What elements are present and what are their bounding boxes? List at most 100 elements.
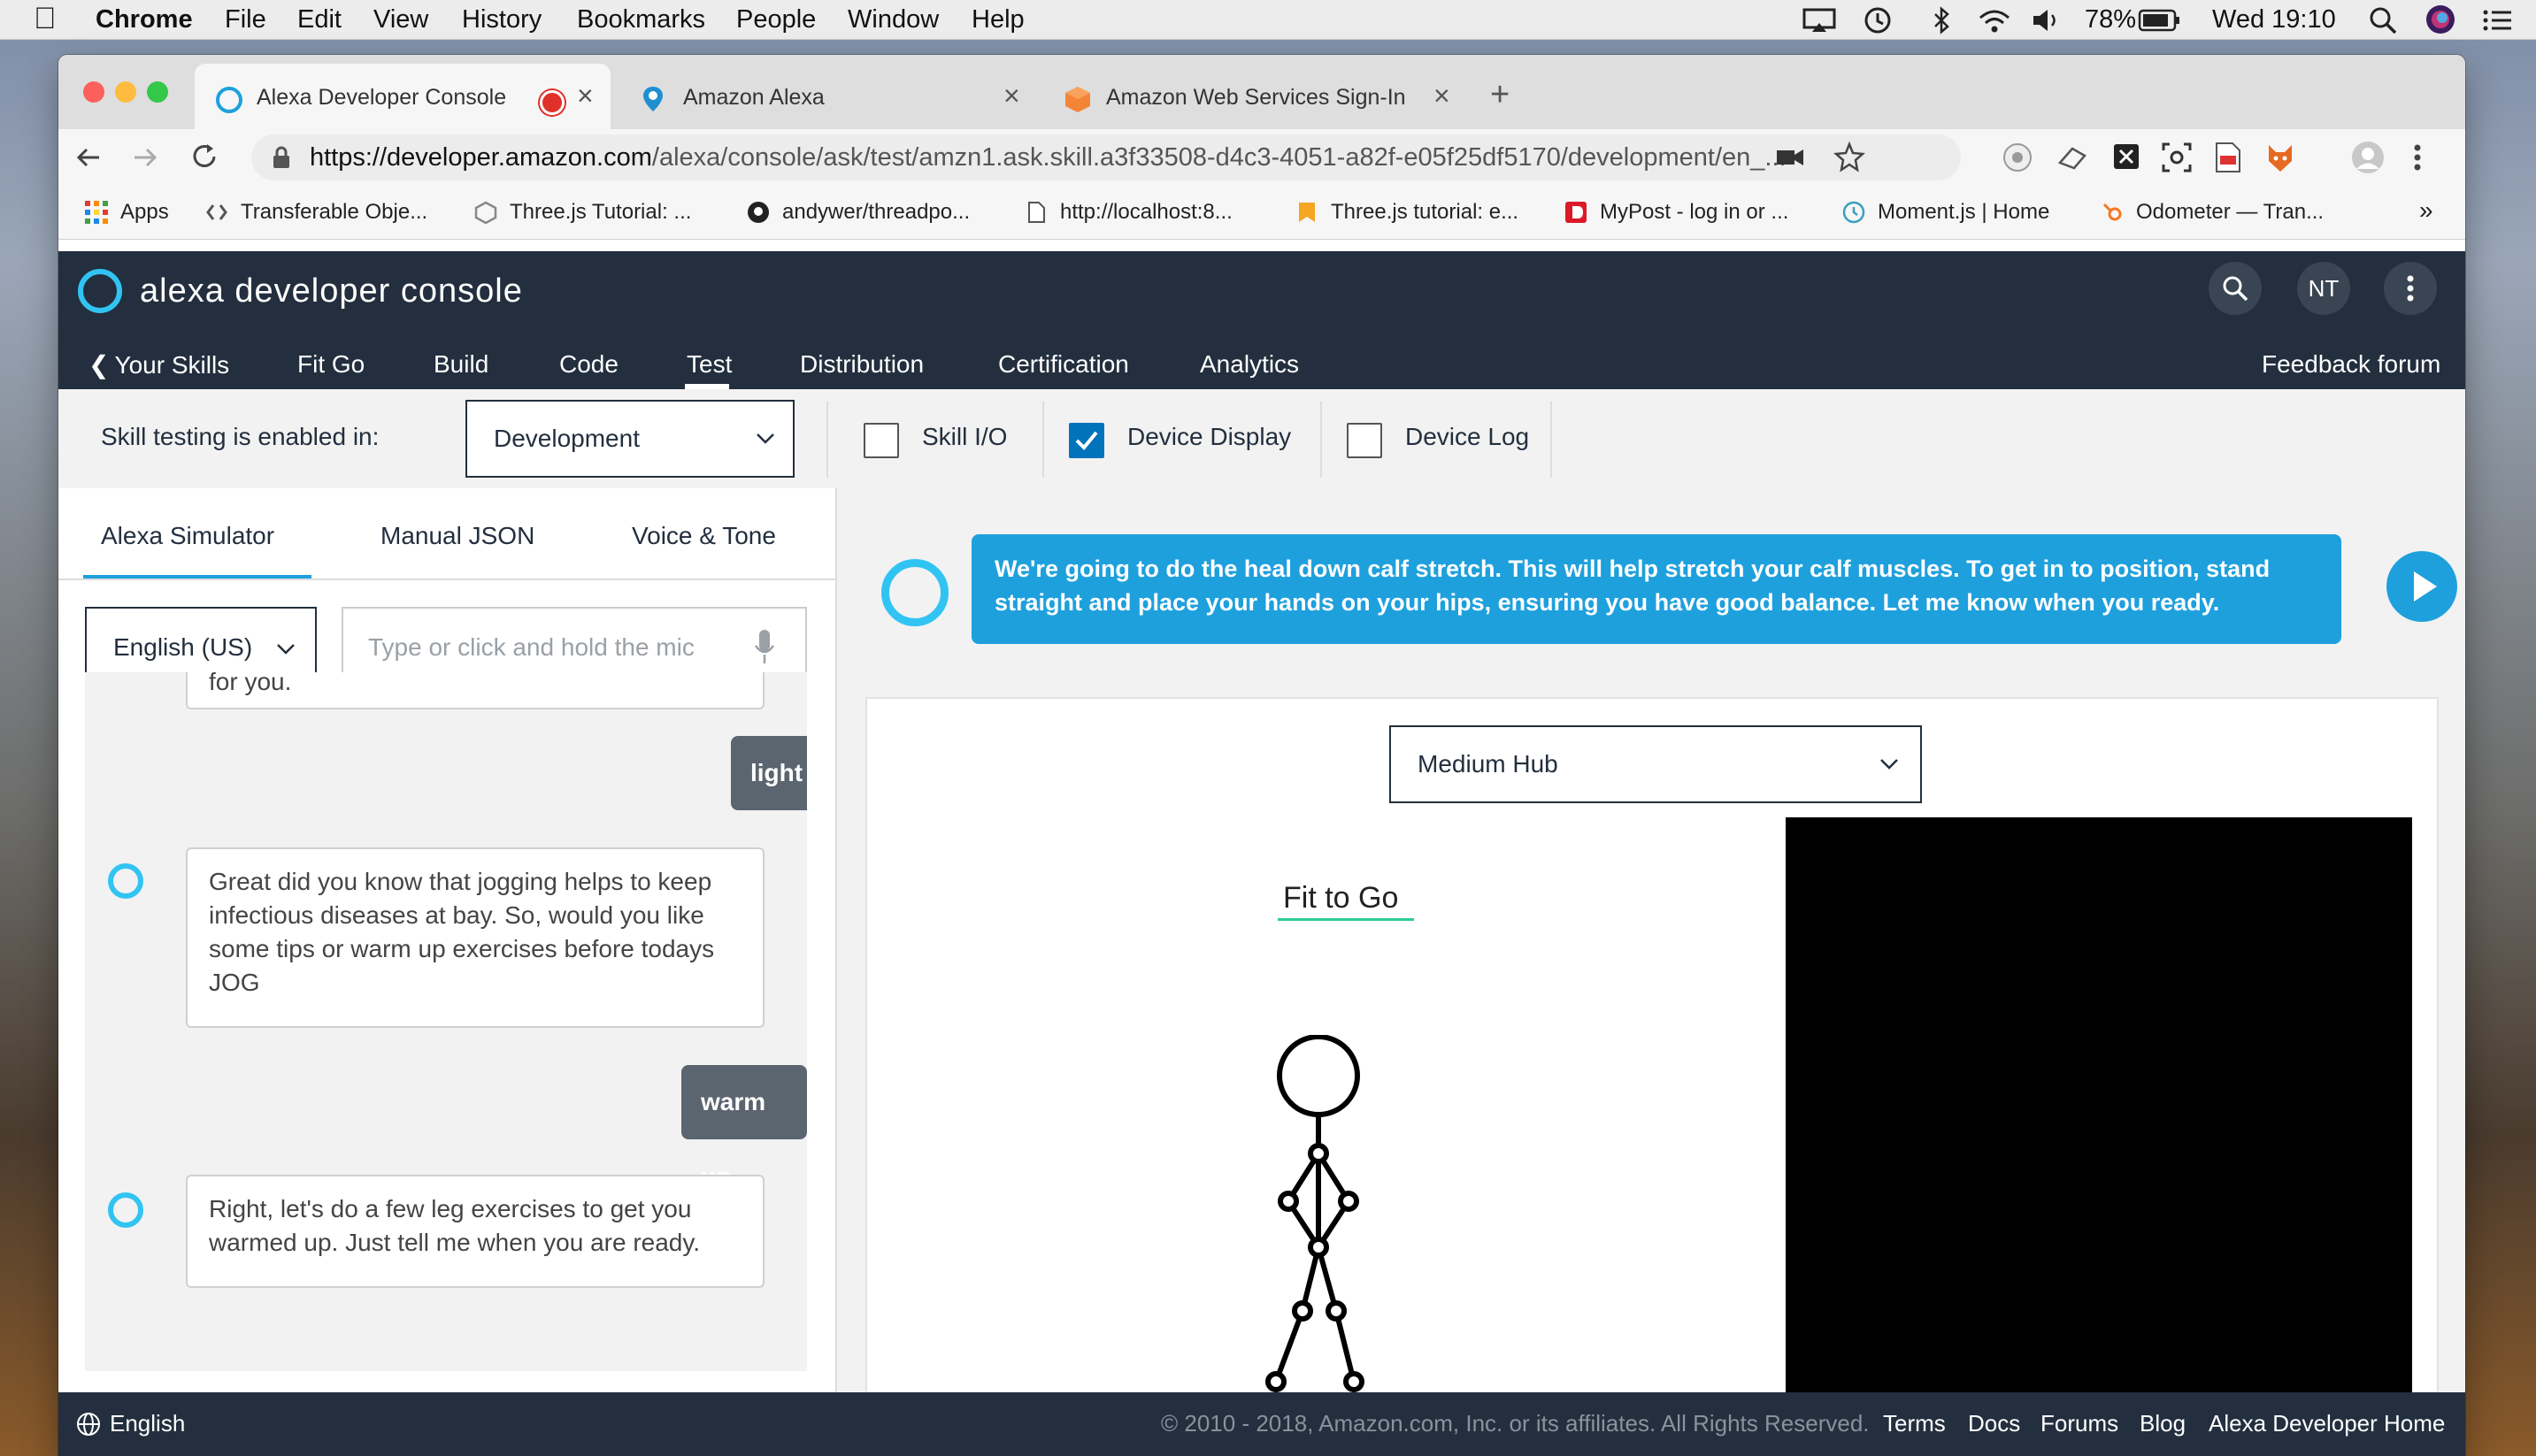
airplay-icon[interactable]: [1802, 7, 1837, 34]
nav-feedback-forum[interactable]: Feedback forum: [2262, 350, 2440, 379]
bookmark-odometer[interactable]: Odometer — Tran...: [2101, 200, 2324, 225]
language-selector[interactable]: English: [110, 1410, 185, 1437]
bookmark-mypost[interactable]: MyPost - log in or ...: [1564, 200, 1788, 225]
extension-x-icon[interactable]: [2113, 143, 2140, 170]
reload-icon[interactable]: [189, 142, 219, 172]
nav-distribution[interactable]: Distribution: [800, 350, 924, 379]
stage-select[interactable]: Development: [465, 400, 795, 478]
device-display-label[interactable]: Device Display: [1127, 423, 1291, 451]
divider: [1550, 402, 1552, 478]
menu-window[interactable]: Window: [848, 5, 939, 34]
volume-icon[interactable]: [2030, 7, 2062, 34]
apple-icon[interactable]: : [34, 2, 57, 36]
alexa-logo-icon[interactable]: [78, 269, 122, 313]
nav-analytics[interactable]: Analytics: [1200, 350, 1299, 379]
nav-build[interactable]: Build: [434, 350, 488, 379]
nav-code[interactable]: Code: [559, 350, 619, 379]
battery-icon[interactable]: [2138, 9, 2180, 32]
footer-link-alexa-developer-home[interactable]: Alexa Developer Home: [2209, 1410, 2445, 1437]
bluetooth-icon[interactable]: [1931, 5, 1952, 35]
device-display-checkbox[interactable]: [1069, 423, 1104, 458]
device-log-checkbox[interactable]: [1347, 423, 1382, 458]
footer-link-docs[interactable]: Docs: [1968, 1410, 2020, 1437]
back-arrow-icon[interactable]: [74, 143, 103, 172]
skill-io-checkbox[interactable]: [864, 423, 899, 458]
bookmark-label: MyPost - log in or ...: [1600, 200, 1789, 224]
bookmark-transferable[interactable]: Transferable Obje...: [205, 200, 427, 225]
time-machine-icon[interactable]: [1862, 5, 1894, 35]
bookmark-threejs-tutorial[interactable]: Three.js Tutorial: ...: [474, 200, 691, 225]
tab-alexa-simulator[interactable]: Alexa Simulator: [101, 522, 274, 550]
camera-icon[interactable]: [1775, 145, 1805, 170]
skill-io-label[interactable]: Skill I/O: [922, 423, 1007, 451]
more-options-button[interactable]: [2384, 262, 2437, 315]
footer-link-terms[interactable]: Terms: [1883, 1410, 1946, 1437]
tab-aws-sign-in[interactable]: Amazon Web Services Sign-In ×: [1044, 64, 1469, 129]
bookmark-label: Transferable Obje...: [241, 200, 428, 224]
forward-arrow-icon[interactable]: [131, 143, 159, 172]
spotlight-search-icon[interactable]: [2368, 5, 2398, 35]
nav-test[interactable]: Test: [687, 350, 732, 379]
locale-select-value: English (US): [113, 633, 253, 661]
footer-link-blog[interactable]: Blog: [2140, 1410, 2186, 1437]
extension-eraser-icon[interactable]: [2056, 143, 2088, 172]
url-host: https://developer.amazon.com: [310, 143, 652, 172]
menu-view[interactable]: View: [373, 5, 428, 34]
minimize-window-button[interactable]: [115, 81, 136, 103]
zoom-window-button[interactable]: [147, 81, 168, 103]
bookmark-label: andywer/threadpo...: [782, 200, 971, 224]
alexa-response-text: Right, let's do a few leg exercises to g…: [209, 1195, 701, 1256]
search-button[interactable]: [2209, 262, 2262, 315]
microphone-icon[interactable]: [754, 628, 775, 665]
close-tab-icon[interactable]: ×: [1003, 80, 1020, 112]
extension-pdf-icon[interactable]: [2214, 142, 2242, 173]
menu-history[interactable]: History: [462, 5, 542, 34]
bookmark-threadpool[interactable]: andywer/threadpo...: [747, 200, 970, 225]
extension-eye-icon[interactable]: [2002, 142, 2033, 173]
bookmark-localhost[interactable]: http://localhost:8...: [1025, 200, 1233, 225]
tab-alexa-developer-console[interactable]: Alexa Developer Console ×: [195, 64, 611, 129]
chrome-menu-icon[interactable]: [2412, 143, 2423, 172]
tab-voice-and-tone[interactable]: Voice & Tone: [632, 522, 776, 550]
tab-manual-json[interactable]: Manual JSON: [380, 522, 534, 550]
bookmarks-overflow-button[interactable]: »: [2419, 196, 2433, 225]
nav-your-skills[interactable]: ❮ Your Skills: [88, 350, 229, 379]
address-bar[interactable]: https://developer.amazon.com/alexa/conso…: [251, 134, 1961, 180]
device-display-pane: We're going to do the heal down calf str…: [837, 488, 2465, 1419]
play-button[interactable]: [2386, 550, 2458, 623]
chevron-left-icon: ❮: [88, 351, 110, 379]
bookmark-star-icon[interactable]: [1833, 142, 1865, 173]
wifi-icon[interactable]: [1977, 7, 2012, 34]
tab-amazon-alexa[interactable]: Amazon Alexa ×: [621, 64, 1037, 129]
close-window-button[interactable]: [83, 81, 104, 103]
extension-screenshot-icon[interactable]: [2161, 142, 2193, 173]
chevron-down-icon: [757, 433, 774, 444]
menu-file[interactable]: File: [225, 5, 266, 34]
console-logo-text[interactable]: alexa developer console: [140, 272, 523, 310]
device-log-label[interactable]: Device Log: [1405, 423, 1529, 451]
user-avatar-button[interactable]: NT: [2297, 262, 2350, 315]
nav-skill-name[interactable]: Fit Go: [297, 350, 365, 379]
profile-avatar-icon[interactable]: [2350, 140, 2386, 175]
siri-icon[interactable]: [2425, 4, 2456, 35]
menu-clock[interactable]: Wed 19:10: [2212, 5, 2336, 34]
globe-icon: [77, 1413, 100, 1436]
menu-bookmarks[interactable]: Bookmarks: [577, 5, 705, 34]
bookmark-label: Three.js Tutorial: ...: [510, 200, 692, 224]
bookmark-threejs-e[interactable]: Three.js tutorial: e...: [1295, 200, 1518, 225]
notification-center-icon[interactable]: [2483, 9, 2513, 32]
menu-people[interactable]: People: [736, 5, 816, 34]
menu-help[interactable]: Help: [972, 5, 1025, 34]
bookmark-apps[interactable]: Apps: [85, 200, 169, 225]
nav-certification[interactable]: Certification: [998, 350, 1129, 379]
menu-app-name[interactable]: Chrome: [96, 5, 193, 34]
new-tab-icon[interactable]: +: [1490, 76, 1510, 114]
bookmark-momentjs[interactable]: Moment.js | Home: [1842, 200, 2049, 225]
footer-link-forums[interactable]: Forums: [2040, 1410, 2118, 1437]
device-type-select[interactable]: Medium Hub: [1389, 725, 1922, 803]
menu-edit[interactable]: Edit: [297, 5, 342, 34]
close-tab-icon[interactable]: ×: [577, 80, 594, 112]
extension-fox-icon[interactable]: [2265, 142, 2295, 173]
macos-menu-bar:  Chrome File Edit View History Bookmark…: [0, 0, 2536, 40]
close-tab-icon[interactable]: ×: [1433, 80, 1450, 112]
